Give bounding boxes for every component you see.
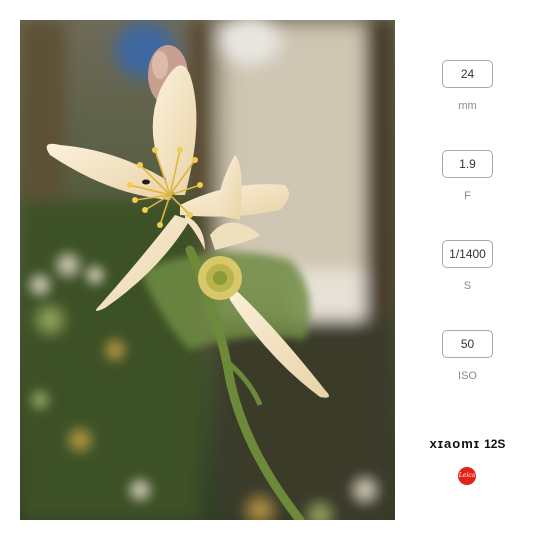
focal-length-param: 24 mm: [395, 60, 540, 113]
focal-length-unit: mm: [458, 100, 477, 112]
iso-unit: ISO: [458, 370, 477, 382]
iso-param: 50 ISO: [395, 330, 540, 383]
shutter-value: 1/1400: [442, 240, 493, 268]
focal-length-value: 24: [442, 60, 493, 88]
shutter-unit: S: [463, 280, 472, 292]
brand-name: xɪaomɪ: [429, 436, 481, 451]
aperture-param: 1.9 F: [395, 150, 540, 203]
brand-model: 12S: [484, 437, 506, 451]
brand-label: xɪaomɪ 12S: [395, 436, 540, 451]
leica-logo-icon: Leica: [458, 467, 476, 485]
camera-info-panel: 24 mm 1.9 F 1/1400 S 50 ISO xɪaomɪ 12S Le…: [395, 20, 540, 520]
watermark-frame: 24 mm 1.9 F 1/1400 S 50 ISO xɪaomɪ 12S Le…: [0, 0, 540, 540]
aperture-value: 1.9: [442, 150, 493, 178]
aperture-unit: F: [464, 190, 471, 202]
shutter-param: 1/1400 S: [395, 240, 540, 293]
flower-photo: [20, 20, 395, 520]
iso-value: 50: [442, 330, 493, 358]
